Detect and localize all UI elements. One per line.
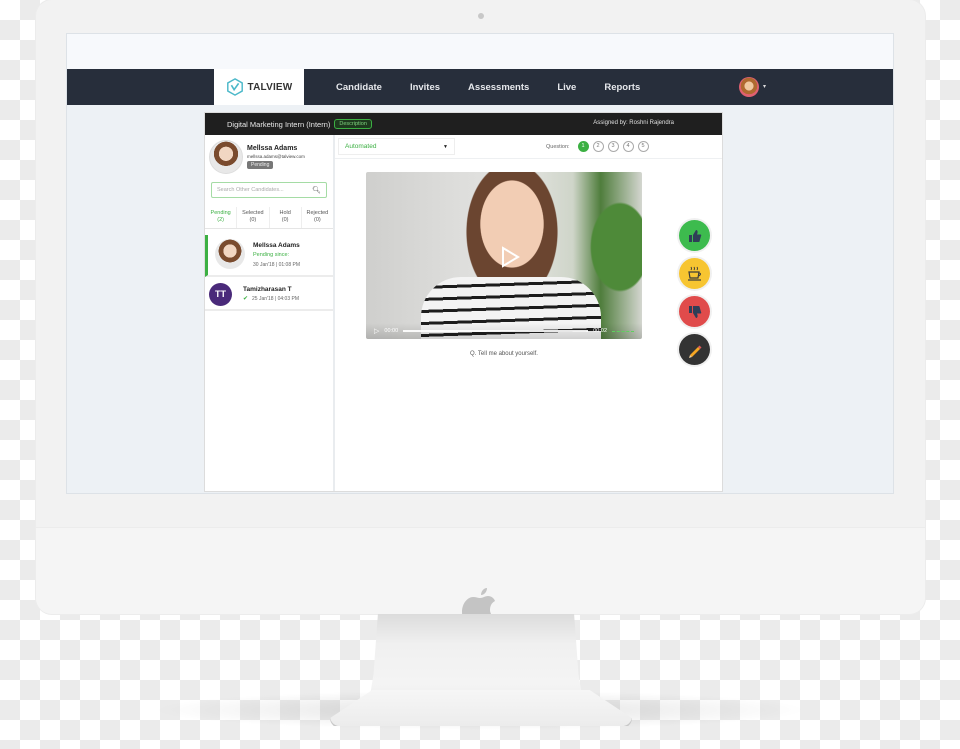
candidate-list-item[interactable]: TT Tamizharasan T ✔ 25 Jan'18 | 04:03 PM — [205, 279, 333, 311]
nav-invites[interactable]: Invites — [410, 82, 440, 93]
candidate-avatar — [209, 140, 243, 174]
video-player[interactable]: ▷ 00:00 00:02 — [366, 172, 642, 339]
chevron-down-icon: ▼ — [443, 143, 448, 150]
question-label: Question: — [546, 143, 570, 150]
user-menu-caret-icon[interactable]: ▾ — [763, 83, 766, 90]
candidate-date: 25 Jan'18 | 04:03 PM — [252, 296, 300, 302]
question-2-button[interactable]: 2 — [592, 141, 604, 152]
assigned-by: Assigned by: Roshni Rajendra — [593, 120, 674, 126]
nav-live[interactable]: Live — [557, 82, 576, 93]
play-icon[interactable]: ▷ — [374, 327, 379, 335]
question-5-button[interactable]: 5 — [637, 141, 649, 152]
candidate-search: 🔍︎ — [211, 182, 327, 198]
candidate-sidebar: Mellssa Adams mellssa.adams@talview.com … — [205, 135, 335, 491]
candidate-initials-avatar: TT — [209, 283, 232, 306]
description-button[interactable]: Description — [334, 119, 372, 129]
response-viewer: Automated ▼ Question: 1 2 3 4 5 ▷ 00:00 … — [335, 135, 722, 491]
monitor-bezel: TALVIEW Candidate Invites Assessments Li… — [36, 0, 925, 630]
candidate-list-item[interactable]: Mellssa Adams Pending since: 30 Jan'18 |… — [205, 235, 333, 277]
nav-candidate[interactable]: Candidate — [336, 82, 382, 93]
user-avatar[interactable] — [739, 77, 759, 97]
coffee-cup-icon — [687, 266, 701, 281]
tab-selected[interactable]: Selected (0) — [237, 207, 270, 228]
talview-logo-icon — [226, 78, 243, 96]
volume-slider[interactable] — [612, 330, 634, 332]
check-circle-icon: ✔ — [243, 296, 249, 302]
monitor-chin — [36, 527, 925, 630]
candidate-avatar — [215, 239, 245, 269]
tab-count: (0) — [281, 217, 289, 223]
candidate-name: Mellssa Adams — [253, 242, 300, 249]
question-text: Q. Tell me about yourself. — [470, 351, 538, 357]
browser-top-band — [67, 34, 893, 69]
tab-count: (0) — [314, 217, 321, 223]
video-controls: ▷ 00:00 00:02 — [366, 323, 642, 339]
screen: TALVIEW Candidate Invites Assessments Li… — [66, 33, 894, 494]
shortlist-button[interactable] — [679, 220, 710, 251]
mode-value: Automated — [345, 143, 377, 150]
question-1-button[interactable]: 1 — [577, 141, 589, 152]
tab-pending[interactable]: Pending (2) — [205, 207, 238, 228]
question-3-button[interactable]: 3 — [607, 141, 619, 152]
job-header-bar: Digital Marketing Intern (Intern) Descri… — [205, 113, 722, 135]
tab-rejected[interactable]: Rejected (0) — [302, 207, 333, 228]
candidate-name: Tamizharasan T — [243, 286, 292, 293]
question-navigator: Question: 1 2 3 4 5 — [546, 141, 649, 152]
current-candidate-header: Mellssa Adams mellssa.adams@talview.com … — [209, 139, 333, 175]
candidate-name: Mellssa Adams — [247, 145, 298, 152]
search-icon[interactable]: 🔍︎ — [312, 186, 321, 194]
status-badge: Pending — [247, 161, 274, 169]
tab-hold[interactable]: Hold (0) — [270, 207, 302, 228]
monitor-stand-foot — [330, 690, 632, 726]
tab-label: Hold — [279, 210, 291, 216]
tab-label: Pending — [210, 210, 231, 216]
tab-count: (0) — [249, 217, 257, 223]
talview-logo[interactable]: TALVIEW — [214, 69, 304, 105]
top-navbar: TALVIEW Candidate Invites Assessments Li… — [67, 69, 893, 105]
duration: 00:02 — [593, 328, 607, 334]
tab-label: Selected — [242, 210, 264, 216]
notes-button[interactable] — [679, 334, 710, 365]
nav-assessments[interactable]: Assessments — [468, 82, 529, 93]
search-input[interactable] — [217, 187, 313, 193]
evaluation-actions — [679, 220, 710, 365]
question-4-button[interactable]: 4 — [622, 141, 634, 152]
camera-dot — [478, 13, 484, 19]
candidate-date: 30 Jan'18 | 01:08 PM — [253, 262, 301, 268]
tab-label: Rejected — [306, 210, 329, 216]
job-title: Digital Marketing Intern (Intern) — [227, 119, 331, 129]
divider — [335, 158, 722, 159]
status-tabs: Pending (2) Selected (0) Hold (0) Reject… — [205, 207, 333, 229]
reject-button[interactable] — [679, 296, 710, 327]
thumbs-down-icon — [688, 305, 701, 318]
nav-menu: Candidate Invites Assessments Live Repor… — [336, 69, 640, 105]
play-overlay-icon[interactable] — [500, 246, 520, 268]
candidate-review-panel: Digital Marketing Intern (Intern) Descri… — [204, 112, 723, 492]
nav-reports[interactable]: Reports — [604, 82, 640, 93]
candidate-email: mellssa.adams@talview.com — [247, 154, 305, 159]
brand-name: TALVIEW — [247, 81, 293, 93]
current-time: 00:00 — [384, 328, 399, 334]
pending-since-label: Pending since: — [253, 252, 290, 258]
pencil-icon — [688, 345, 701, 358]
hold-button[interactable] — [679, 258, 710, 289]
video-progress-bar[interactable] — [403, 330, 589, 332]
thumbs-up-icon — [688, 229, 701, 242]
mode-dropdown[interactable]: Automated ▼ — [338, 138, 455, 155]
tab-count: (2) — [217, 217, 224, 223]
